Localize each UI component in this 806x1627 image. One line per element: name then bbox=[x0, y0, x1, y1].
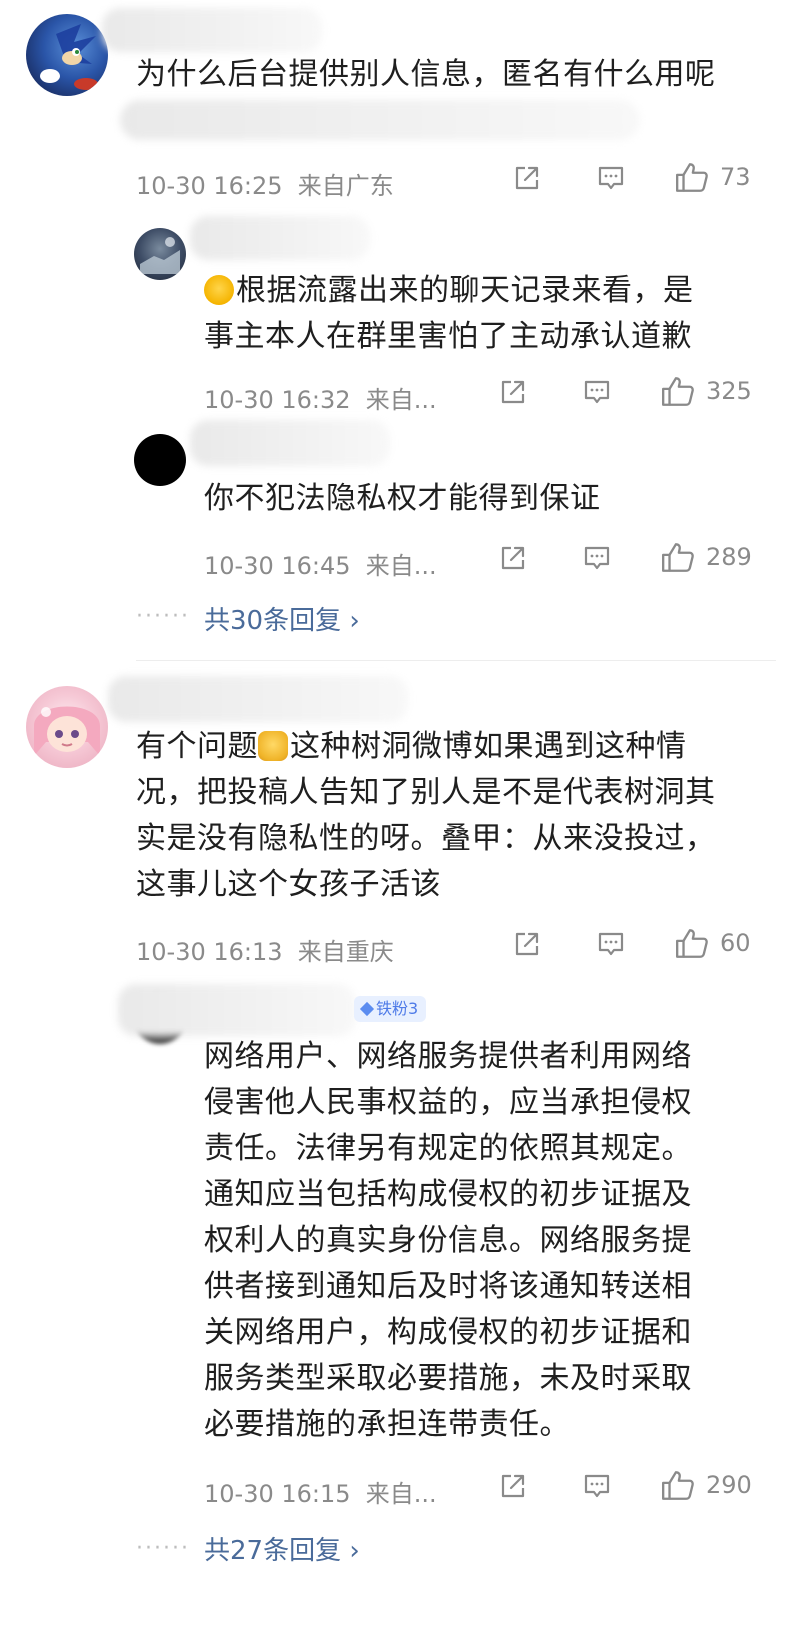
comment-text: 有个问题 这种树洞微博如果遇到这种情 况，把投稿人告知了别人是不是代表树洞其 实是… bbox=[136, 729, 716, 902]
timestamp: 10-30 16:45 来自... bbox=[204, 552, 437, 580]
timestamp: 10-30 16:15 来自... bbox=[204, 1480, 437, 1508]
reply-text: 你不犯法隐私权才能得到保证 bbox=[204, 481, 601, 516]
comment-icon bbox=[594, 162, 628, 194]
avatar[interactable] bbox=[134, 228, 186, 280]
comment-button[interactable] bbox=[580, 376, 614, 408]
share-icon bbox=[496, 1470, 530, 1502]
timestamp: 10-30 16:25 来自广东 bbox=[136, 172, 394, 200]
share-icon bbox=[496, 376, 530, 408]
thinking-emoji-icon bbox=[258, 731, 288, 761]
share-button[interactable] bbox=[496, 1470, 530, 1502]
location: 来自... bbox=[365, 1480, 437, 1508]
reply-text: 根据流露出来的聊天记录来看，是 事主本人在群里害怕了主动承认道歉 bbox=[204, 273, 694, 354]
thumbs-up-icon bbox=[674, 926, 710, 960]
like-count: 289 bbox=[706, 543, 752, 571]
like-count: 73 bbox=[720, 163, 751, 191]
like-button[interactable]: 60 bbox=[674, 926, 751, 960]
thumbs-up-icon bbox=[674, 160, 710, 194]
diamond-icon bbox=[359, 1001, 375, 1017]
thread-dots: ······ bbox=[136, 1536, 190, 1561]
avatar[interactable] bbox=[134, 434, 186, 486]
like-count: 60 bbox=[720, 929, 751, 957]
share-icon bbox=[510, 928, 544, 960]
view-more-replies-link[interactable]: 共27条回复 › bbox=[204, 1530, 360, 1567]
laughing-crying-emoji-icon bbox=[204, 275, 234, 305]
thumbs-up-icon bbox=[660, 374, 696, 408]
username-blurred[interactable] bbox=[190, 216, 370, 260]
username-blurred[interactable] bbox=[108, 676, 408, 722]
comment-text: 为什么后台提供别人信息，匿名有什么用呢 bbox=[136, 57, 716, 92]
share-icon bbox=[510, 162, 544, 194]
comment-icon bbox=[580, 1470, 614, 1502]
fan-badge: 铁粉3 bbox=[354, 996, 427, 1022]
avatar[interactable] bbox=[26, 14, 108, 96]
divider bbox=[136, 660, 776, 661]
username-blurred[interactable] bbox=[118, 984, 356, 1036]
share-button[interactable] bbox=[496, 376, 530, 408]
comment-icon bbox=[580, 542, 614, 574]
share-button[interactable] bbox=[496, 542, 530, 574]
comment-button[interactable] bbox=[594, 162, 628, 194]
like-count: 290 bbox=[706, 1471, 752, 1499]
like-button[interactable]: 325 bbox=[660, 374, 752, 408]
avatar[interactable] bbox=[26, 686, 108, 768]
username-blurred[interactable] bbox=[190, 420, 390, 466]
username-blurred[interactable] bbox=[102, 8, 322, 52]
thumbs-up-icon bbox=[660, 540, 696, 574]
comment-button[interactable] bbox=[580, 542, 614, 574]
share-icon bbox=[496, 542, 530, 574]
timestamp: 10-30 16:32 来自... bbox=[204, 386, 437, 414]
view-more-replies-link[interactable]: 共30条回复 › bbox=[204, 600, 360, 637]
redacted-text bbox=[120, 100, 640, 140]
comment-button[interactable] bbox=[580, 1470, 614, 1502]
comment-icon bbox=[594, 928, 628, 960]
share-button[interactable] bbox=[510, 928, 544, 960]
comment-icon bbox=[580, 376, 614, 408]
thumbs-up-icon bbox=[660, 1468, 696, 1502]
location: 来自... bbox=[365, 386, 437, 414]
location: 来自广东 bbox=[297, 172, 394, 200]
like-button[interactable]: 73 bbox=[674, 160, 751, 194]
share-button[interactable] bbox=[510, 162, 544, 194]
like-button[interactable]: 289 bbox=[660, 540, 752, 574]
comment-button[interactable] bbox=[594, 928, 628, 960]
like-button[interactable]: 290 bbox=[660, 1468, 752, 1502]
like-count: 325 bbox=[706, 377, 752, 405]
thread-dots: ······ bbox=[136, 604, 190, 629]
timestamp: 10-30 16:13 来自重庆 bbox=[136, 938, 394, 966]
location: 来自重庆 bbox=[297, 938, 394, 966]
location: 来自... bbox=[365, 552, 437, 580]
reply-text: 网络用户、网络服务提供者利用网络 侵害他人民事权益的，应当承担侵权 责任。法律另… bbox=[204, 1039, 692, 1442]
